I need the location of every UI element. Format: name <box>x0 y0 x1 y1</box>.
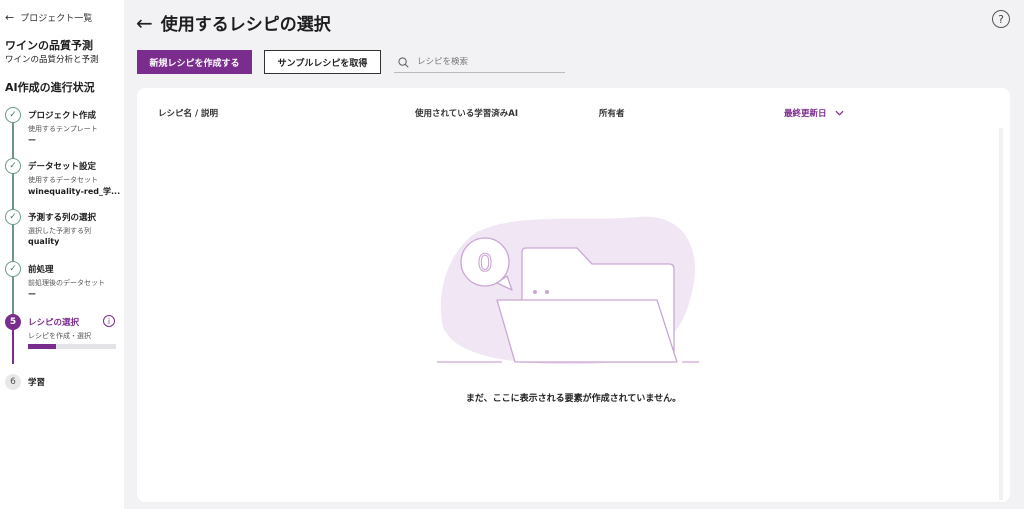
step-number: 6 <box>5 374 21 390</box>
step-value: ー <box>28 290 36 299</box>
step-value: ー <box>28 136 36 145</box>
chevron-down-icon <box>835 110 844 116</box>
create-recipe-button[interactable]: 新規レシピを作成する <box>137 50 252 74</box>
page-header: ← 使用するレシピの選択 <box>136 10 331 36</box>
step-label: 前処理後のデータセット <box>28 279 105 287</box>
step-label: 使用するデータセット <box>28 176 98 184</box>
step-progress-fill <box>28 344 57 349</box>
page-title: 使用するレシピの選択 <box>160 15 331 35</box>
search-icon <box>398 56 409 68</box>
empty-folder-illustration: 0 <box>437 216 699 365</box>
project-title: ワインの品質予測 <box>5 39 93 52</box>
column-header-updated[interactable]: 最終更新日 <box>784 107 844 119</box>
search-box <box>394 52 565 73</box>
step-progress-bar <box>28 344 116 349</box>
info-icon[interactable]: i <box>103 315 115 327</box>
sidebar: ← プロジェクト一覧 ワインの品質予測 ワインの品質分析と予測 AI作成の進行状… <box>0 0 124 509</box>
step-title: プロジェクト作成 <box>28 111 97 121</box>
step-label: 選択した予測する列 <box>28 227 91 235</box>
step-title: 学習 <box>28 378 46 388</box>
check-icon: ✓ <box>5 107 21 123</box>
column-header-model[interactable]: 使用されている学習済みAI <box>415 107 518 119</box>
step-number: 5 <box>5 314 21 330</box>
column-header-name[interactable]: レシピ名 / 説明 <box>158 107 218 119</box>
recipe-table-card: レシピ名 / 説明 使用されている学習済みAI 所有者 最終更新日 0 まだ、こ… <box>137 88 1010 502</box>
scrollbar[interactable] <box>999 128 1003 500</box>
check-icon: ✓ <box>5 158 21 174</box>
back-to-projects-label: プロジェクト一覧 <box>20 14 93 24</box>
check-icon: ✓ <box>5 261 21 277</box>
step-title: 前処理 <box>28 265 54 275</box>
search-input[interactable] <box>417 57 557 67</box>
step-label: レシピを作成・選択 <box>28 332 91 340</box>
back-to-projects-link[interactable]: ← プロジェクト一覧 <box>5 11 92 24</box>
step-title: レシピの選択 <box>28 318 80 328</box>
project-subtitle: ワインの品質分析と予測 <box>5 55 99 65</box>
progress-title: AI作成の進行状況 <box>5 81 95 94</box>
arrow-left-icon: ← <box>5 11 15 24</box>
help-icon[interactable]: ? <box>992 10 1010 28</box>
empty-count-badge: 0 <box>477 249 492 277</box>
column-header-updated-label: 最終更新日 <box>784 109 827 119</box>
step-value: quality <box>28 237 60 246</box>
get-sample-recipe-button[interactable]: サンプルレシピを取得 <box>264 50 381 74</box>
empty-state-message: まだ、ここに表示される要素が作成されていません。 <box>465 394 682 404</box>
step-title: データセット設定 <box>28 162 97 172</box>
step-title: 予測する列の選択 <box>28 213 97 223</box>
column-header-owner[interactable]: 所有者 <box>599 107 625 119</box>
arrow-left-icon[interactable]: ← <box>136 11 153 35</box>
step-label: 使用するテンプレート <box>28 125 98 133</box>
check-icon: ✓ <box>5 209 21 225</box>
step-value: winequality-red_学... <box>28 187 120 196</box>
